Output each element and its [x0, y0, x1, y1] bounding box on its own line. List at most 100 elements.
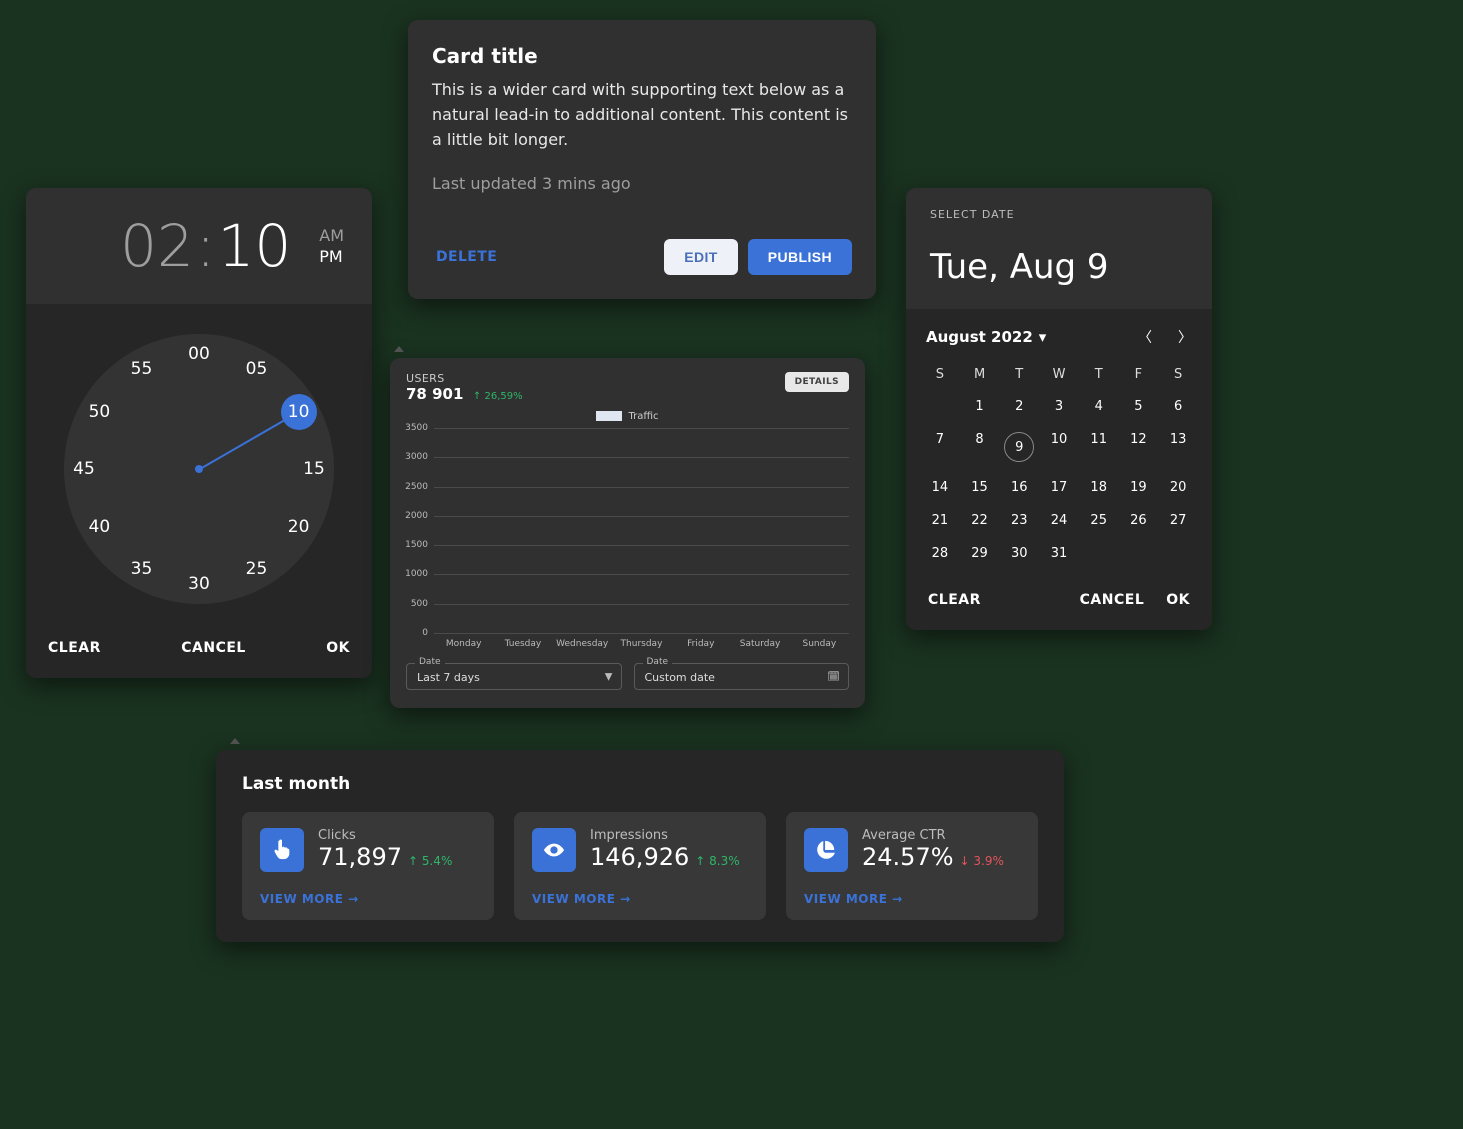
card-title: Card title	[432, 44, 852, 68]
calendar-day[interactable]: 30	[999, 539, 1039, 568]
calendar-day[interactable]: 13	[1158, 425, 1198, 469]
view-more-link[interactable]: VIEW MORE	[260, 892, 476, 906]
calendar-day[interactable]: 31	[1039, 539, 1079, 568]
calendar-grid: SMTWTFS123456789101112131415161718192021…	[906, 355, 1212, 580]
stat-value: 146,926	[590, 843, 689, 871]
clock-minute-55[interactable]: 55	[124, 351, 160, 387]
card-updated: Last updated 3 mins ago	[432, 174, 852, 193]
calendar-day[interactable]: 14	[920, 473, 960, 502]
stat-label: Average CTR	[862, 828, 1004, 843]
clock-minute-30[interactable]: 30	[181, 566, 217, 602]
clock-minute-25[interactable]: 25	[239, 551, 275, 587]
card-body: This is a wider card with supporting tex…	[432, 78, 852, 152]
stat-value: 24.57%	[862, 843, 954, 871]
calendar-day[interactable]: 20	[1158, 473, 1198, 502]
calendar-icon: 🗓	[827, 671, 840, 682]
calendar-day[interactable]: 21	[920, 506, 960, 535]
calendar-day[interactable]: 29	[960, 539, 1000, 568]
calendar-day[interactable]: 27	[1158, 506, 1198, 535]
stat-value: 71,897	[318, 843, 402, 871]
select-date-label: SELECT DATE	[930, 208, 1188, 221]
custom-date-input[interactable]: Date Custom date 🗓	[634, 663, 850, 690]
date-clear-button[interactable]: CLEAR	[928, 592, 981, 608]
clock-face[interactable]: 00 0510 15 2025 30 3540 45 5055	[64, 334, 334, 604]
prev-month-button[interactable]: 〈	[1138, 327, 1152, 347]
calendar-day[interactable]: 5	[1119, 392, 1159, 421]
time-ok-button[interactable]: OK	[326, 640, 350, 656]
stats-title: Last month	[242, 774, 1038, 794]
calendar-day[interactable]: 1	[960, 392, 1000, 421]
time-minute[interactable]: 10	[217, 212, 291, 280]
clock-minute-10[interactable]: 10	[281, 394, 317, 430]
calendar-day[interactable]: 16	[999, 473, 1039, 502]
date-picker: SELECT DATE Tue, Aug 9 August 2022 ▾ 〈 〉…	[906, 188, 1212, 630]
calendar-day[interactable]: 9	[999, 425, 1039, 469]
stat-label: Impressions	[590, 828, 740, 843]
ampm-am[interactable]: AM	[319, 226, 344, 245]
calendar-day[interactable]: 4	[1079, 392, 1119, 421]
view-more-link[interactable]: VIEW MORE	[804, 892, 1020, 906]
calendar-day[interactable]: 22	[960, 506, 1000, 535]
chart-plot: 0500100015002000250030003500	[434, 428, 849, 633]
chart-value: 78 901	[406, 385, 463, 403]
calendar-day[interactable]: 18	[1079, 473, 1119, 502]
content-card: Card title This is a wider card with sup…	[408, 20, 876, 299]
clock-minute-50[interactable]: 50	[81, 394, 117, 430]
clock-minute-00[interactable]: 00	[181, 336, 217, 372]
stat-card: Average CTR24.57% ↓ 3.9% VIEW MORE	[786, 812, 1038, 920]
stat-delta: ↓ 3.9%	[960, 854, 1004, 868]
calendar-day[interactable]: 8	[960, 425, 1000, 469]
stat-label: Clicks	[318, 828, 452, 843]
ampm-pm[interactable]: PM	[319, 247, 344, 266]
date-ok-button[interactable]: OK	[1166, 592, 1190, 608]
calendar-day[interactable]: 17	[1039, 473, 1079, 502]
chart-label: USERS	[406, 372, 523, 385]
month-select[interactable]: August 2022 ▾	[926, 328, 1046, 346]
calendar-day[interactable]: 12	[1119, 425, 1159, 469]
chevron-down-icon: ▼	[605, 671, 613, 682]
calendar-day[interactable]: 26	[1119, 506, 1159, 535]
clock-minute-35[interactable]: 35	[124, 551, 160, 587]
delete-button[interactable]: DELETE	[432, 241, 501, 273]
calendar-day[interactable]: 28	[920, 539, 960, 568]
stat-delta: ↑ 8.3%	[695, 854, 739, 868]
clock-minute-20[interactable]: 20	[281, 509, 317, 545]
chart-details-button[interactable]: DETAILS	[785, 372, 849, 392]
calendar-day[interactable]: 10	[1039, 425, 1079, 469]
pie-icon	[804, 828, 848, 872]
calendar-day[interactable]: 15	[960, 473, 1000, 502]
clock-minute-15[interactable]: 15	[296, 451, 332, 487]
clock-minute-45[interactable]: 45	[66, 451, 102, 487]
calendar-day[interactable]: 11	[1079, 425, 1119, 469]
users-chart-panel: USERS 78 901 ↑ 26,59% DETAILS Traffic 05…	[390, 358, 865, 708]
calendar-day[interactable]: 2	[999, 392, 1039, 421]
view-more-link[interactable]: VIEW MORE	[532, 892, 748, 906]
calendar-day[interactable]: 3	[1039, 392, 1079, 421]
eye-icon	[532, 828, 576, 872]
calendar-day[interactable]: 24	[1039, 506, 1079, 535]
stat-delta: ↑ 5.4%	[408, 854, 452, 868]
date-cancel-button[interactable]: CANCEL	[1080, 592, 1145, 608]
stat-card: Clicks71,897 ↑ 5.4% VIEW MORE	[242, 812, 494, 920]
calendar-day[interactable]: 6	[1158, 392, 1198, 421]
calendar-day[interactable]: 19	[1119, 473, 1159, 502]
time-hour[interactable]: 02	[120, 212, 194, 280]
calendar-day[interactable]: 25	[1079, 506, 1119, 535]
selected-date-headline: Tue, Aug 9	[930, 247, 1188, 287]
chart-legend: Traffic	[406, 411, 849, 422]
edit-button[interactable]: EDIT	[664, 239, 738, 275]
time-picker: 02 : 10 AM PM 000510152025303540455055 C…	[26, 188, 372, 678]
calendar-day[interactable]: 23	[999, 506, 1039, 535]
date-range-select[interactable]: Date Last 7 days ▼	[406, 663, 622, 690]
cursor-icon	[260, 828, 304, 872]
calendar-day[interactable]: 7	[920, 425, 960, 469]
clock-hand	[200, 417, 289, 470]
time-cancel-button[interactable]: CANCEL	[101, 640, 326, 656]
next-month-button[interactable]: 〉	[1178, 327, 1192, 347]
publish-button[interactable]: PUBLISH	[748, 239, 852, 275]
time-clear-button[interactable]: CLEAR	[48, 640, 101, 656]
chart-delta: ↑ 26,59%	[473, 391, 523, 402]
clock-minute-40[interactable]: 40	[81, 509, 117, 545]
clock-minute-05[interactable]: 05	[239, 351, 275, 387]
chevron-down-icon: ▾	[1039, 328, 1047, 346]
